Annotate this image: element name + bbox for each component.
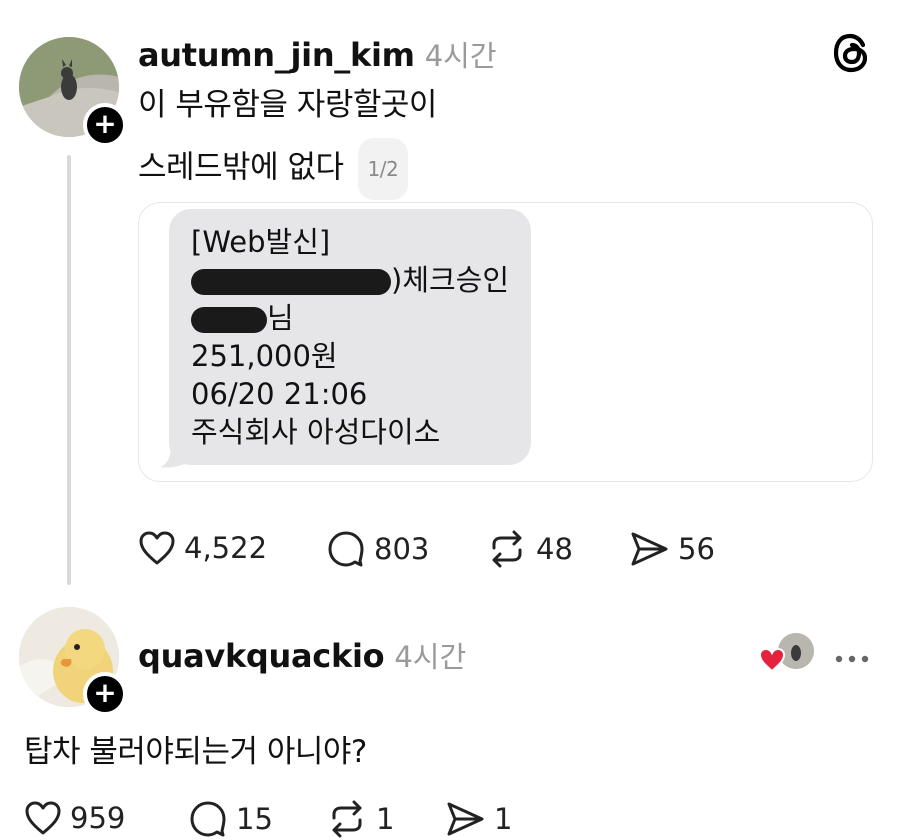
- reply-time: 4시간: [394, 640, 467, 674]
- sms-merchant: 주식회사 아성다이소: [191, 415, 441, 449]
- reply-like-button[interactable]: 959: [24, 800, 125, 836]
- sms-line-2: )체크승인: [391, 263, 510, 297]
- like-button[interactable]: 4,522: [138, 530, 267, 566]
- comment-count: 803: [374, 532, 430, 566]
- page-indicator: 1/2: [357, 138, 409, 200]
- share-button[interactable]: 56: [628, 530, 715, 568]
- reply-header: quavkquackio 4시간: [138, 634, 466, 676]
- reply-actions: 959 15 1 1: [24, 800, 544, 840]
- repost-icon: [332, 800, 362, 838]
- heart-icon: [758, 647, 786, 673]
- share-count: 56: [678, 532, 715, 566]
- repost-count: 48: [536, 532, 573, 566]
- redaction-block: [191, 269, 391, 295]
- comment-bubble-icon: [190, 801, 226, 837]
- post-image-card[interactable]: [Web발신] )체크승인 님 251,000원 06/20 21:06 주식회…: [138, 202, 873, 482]
- redaction-block: [191, 307, 267, 333]
- thread-connector-line: [67, 155, 71, 585]
- reply-like-count: 959: [70, 801, 126, 835]
- send-icon: [447, 802, 484, 836]
- post-username[interactable]: autumn_jin_kim: [138, 36, 415, 74]
- comment-button[interactable]: 803: [326, 530, 429, 568]
- reply-repost-button[interactable]: 1: [326, 800, 394, 838]
- reply-comment-button[interactable]: 15: [188, 800, 273, 838]
- repost-button[interactable]: 48: [486, 530, 573, 568]
- sms-amount: 251,000원: [191, 339, 338, 373]
- like-count: 4,522: [184, 531, 268, 565]
- post-text: 이 부유함을 자랑할곳이 스레드밖에 없다 1/2: [138, 78, 437, 200]
- reply-share-count: 1: [494, 802, 513, 836]
- post-text-line-1: 이 부유함을 자랑할곳이: [138, 87, 437, 123]
- reply-text: 탑차 불러야되는거 아니야?: [24, 734, 367, 770]
- threads-logo-icon[interactable]: [832, 32, 872, 74]
- sms-datetime: 06/20 21:06: [191, 377, 368, 411]
- heart-icon: [139, 531, 175, 565]
- post-time: 4시간: [424, 39, 497, 73]
- post-header: autumn_jin_kim 4시간: [138, 33, 497, 75]
- heart-icon: [25, 801, 61, 835]
- author-liked-indicator: [758, 633, 814, 673]
- more-dots-icon[interactable]: [834, 649, 870, 663]
- comment-bubble-icon: [328, 531, 364, 567]
- follow-plus-icon[interactable]: +: [83, 672, 127, 716]
- sms-line-3: 님: [267, 301, 294, 335]
- sms-bubble: [Web발신] )체크승인 님 251,000원 06/20 21:06 주식회…: [169, 209, 531, 465]
- reply-repost-count: 1: [376, 802, 395, 836]
- post-text-line-2: 스레드밖에 없다: [138, 149, 344, 186]
- reply-comment-count: 15: [236, 802, 273, 836]
- sms-line-1: [Web발신]: [191, 225, 331, 259]
- send-icon: [631, 532, 668, 566]
- repost-icon: [492, 530, 522, 568]
- post-actions: 4,522 803 48 56: [138, 530, 758, 570]
- follow-plus-icon[interactable]: +: [83, 103, 127, 147]
- reply-share-button[interactable]: 1: [444, 800, 512, 838]
- sms-bubble-tail: [161, 447, 187, 468]
- reply-username[interactable]: quavkquackio: [138, 637, 385, 675]
